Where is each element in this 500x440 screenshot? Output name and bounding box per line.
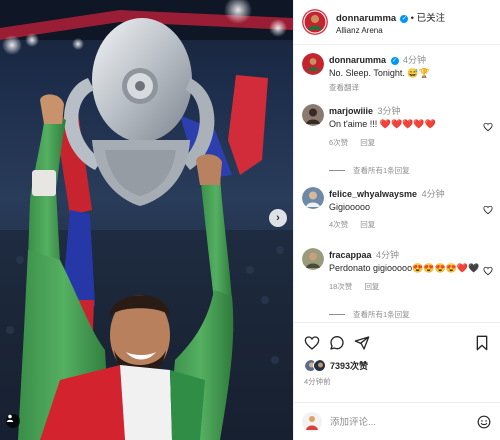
- reply-button[interactable]: 回复: [360, 220, 375, 229]
- emoji-icon[interactable]: [477, 415, 491, 429]
- tagged-users-button[interactable]: [6, 414, 20, 428]
- comment-like-count[interactable]: 6次赞: [329, 138, 348, 147]
- post-location[interactable]: Allianz Arena: [336, 26, 445, 35]
- likes-count[interactable]: 7393次赞: [330, 359, 368, 372]
- comment-time: 4分钟: [376, 250, 400, 260]
- comment-icon[interactable]: [329, 335, 345, 351]
- comment-time: 3分钟: [377, 106, 401, 116]
- view-replies-button[interactable]: 查看所有1条回复: [329, 309, 410, 320]
- bookmark-icon[interactable]: [474, 335, 490, 351]
- likes-summary[interactable]: 7393次赞: [304, 359, 368, 372]
- post-actions: 7393次赞 4分钟前: [294, 322, 500, 440]
- post-header: donnarumma ✓ • 已关注 Allianz Arena: [294, 0, 500, 45]
- replies-divider: [329, 314, 345, 315]
- replies-divider: [329, 170, 345, 171]
- comment-text: Perdonato gigiooooo😍😍😍😍❤️🖤: [329, 263, 480, 273]
- caption-avatar[interactable]: [302, 53, 324, 75]
- heart-icon[interactable]: [483, 266, 493, 276]
- action-icons: [304, 335, 494, 353]
- commenter-avatar[interactable]: [302, 248, 324, 270]
- author-avatar[interactable]: [302, 9, 328, 35]
- post-side-panel: donnarumma ✓ • 已关注 Allianz Arena donnaru…: [293, 0, 500, 440]
- chevron-right-icon: ›: [276, 212, 280, 224]
- verified-badge-icon: ✓: [400, 14, 409, 23]
- liker-avatar: [313, 359, 326, 372]
- view-replies-button[interactable]: 查看所有1条回复: [329, 165, 410, 176]
- post-photo[interactable]: ›: [0, 0, 293, 440]
- commenter-username[interactable]: marjowiiie: [329, 106, 373, 116]
- current-user-avatar: [302, 412, 322, 432]
- heart-icon[interactable]: [483, 122, 493, 132]
- reply-button[interactable]: 回复: [364, 282, 379, 291]
- share-icon[interactable]: [354, 335, 370, 351]
- verified-badge-icon: ✓: [390, 57, 399, 65]
- reply-button[interactable]: 回复: [360, 138, 375, 147]
- follow-status[interactable]: 已关注: [417, 13, 446, 24]
- commenter-username[interactable]: fracappaa: [329, 250, 372, 260]
- commenter-username[interactable]: felice_whyalwaysme: [329, 189, 417, 199]
- comment-like-count[interactable]: 4次赞: [329, 220, 348, 229]
- comment-text: Gigiooooo: [329, 202, 371, 212]
- author-username[interactable]: donnarumma: [336, 13, 396, 24]
- caption-username[interactable]: donnarumma: [329, 55, 386, 65]
- post-time-ago: 4分钟前: [304, 377, 331, 386]
- comments-list: donnarumma ✓ 4分钟 No. Sleep. Tonight. 😅🏆 …: [294, 45, 500, 322]
- view-replies-label[interactable]: 查看所有1条回复: [353, 309, 410, 320]
- comment-like-count[interactable]: 18次赞: [329, 282, 352, 291]
- commenter-avatar[interactable]: [302, 187, 324, 209]
- view-replies-label[interactable]: 查看所有1条回复: [353, 165, 410, 176]
- photo-illustration: [0, 0, 293, 440]
- caption-text: No. Sleep. Tonight. 😅🏆: [329, 68, 430, 78]
- comment-time: 4分钟: [421, 189, 445, 199]
- add-comment-input[interactable]: [330, 414, 460, 430]
- commenter-avatar[interactable]: [302, 104, 324, 126]
- heart-icon[interactable]: [483, 205, 493, 215]
- add-comment-bar: [294, 402, 500, 440]
- tag-user-icon: [6, 414, 14, 422]
- heart-icon[interactable]: [304, 335, 320, 351]
- see-translation-link[interactable]: 查看翻译: [329, 83, 359, 92]
- instagram-post: › donnarumma ✓ • 已关注 Allianz Arena donna…: [0, 0, 500, 440]
- next-photo-button[interactable]: ›: [269, 209, 287, 227]
- caption-time: 4分钟: [403, 55, 427, 65]
- comment-text: On t'aime !!! ❤️❤️❤️❤️❤️: [329, 119, 436, 129]
